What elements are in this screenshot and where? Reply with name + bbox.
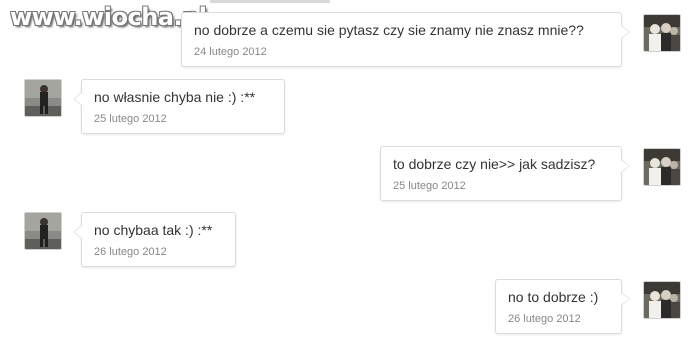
message-text: no chybaa tak :) :** (94, 222, 213, 238)
person-photo-icon (25, 213, 61, 249)
message-text: to dobrze czy nie>> jak sadzisz? (393, 156, 596, 172)
user-avatar[interactable] (24, 212, 62, 250)
group-photo-icon (644, 15, 680, 51)
person-photo-icon (25, 80, 61, 116)
user-avatar[interactable] (643, 281, 681, 319)
message-text: no dobrze a czemu sie pytasz czy sie zna… (194, 22, 584, 38)
user-avatar[interactable] (24, 79, 62, 117)
user-avatar[interactable] (643, 148, 681, 186)
site-watermark: www.wiocha.pl (10, 3, 207, 31)
message-bubble: no to dobrze :) 26 lutego 2012 (495, 279, 630, 334)
user-avatar[interactable] (643, 14, 681, 52)
message-date: 25 lutego 2012 (393, 180, 466, 192)
previous-message-edge (210, 0, 330, 3)
message-date: 26 lutego 2012 (508, 313, 581, 325)
message-bubble: no chybaa tak :) :** 26 lutego 2012 (73, 212, 236, 267)
message-bubble: to dobrze czy nie>> jak sadzisz? 25 lute… (380, 146, 630, 201)
group-photo-icon (644, 282, 680, 318)
message-date: 24 lutego 2012 (194, 46, 267, 58)
message-date: 25 lutego 2012 (94, 113, 167, 125)
message-bubble: no dobrze a czemu sie pytasz czy sie zna… (181, 12, 630, 67)
message-bubble: no własnie chyba nie :) :** 25 lutego 20… (73, 79, 285, 134)
message-text: no to dobrze :) (508, 289, 599, 305)
message-text: no własnie chyba nie :) :** (94, 89, 256, 105)
group-photo-icon (644, 149, 680, 185)
message-date: 26 lutego 2012 (94, 246, 167, 258)
